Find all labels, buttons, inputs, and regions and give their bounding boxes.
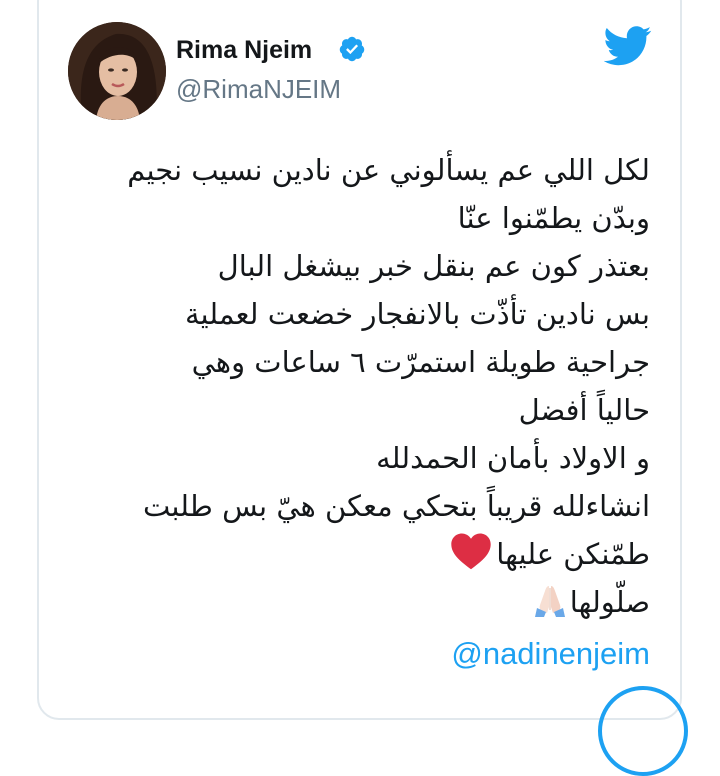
author-name[interactable]: Rima Njeim bbox=[176, 36, 312, 65]
tweet-line-with-heart: طمّنكن عليها bbox=[50, 530, 650, 578]
tweet-line: وبدّن يطمّنوا عنّا bbox=[457, 201, 650, 235]
mention-link[interactable]: @nadinenjeim bbox=[451, 636, 650, 672]
red-heart-icon bbox=[451, 533, 491, 570]
verified-badge-icon bbox=[339, 36, 365, 62]
tweet-line: بعتذر كون عم بنقل خبر بيشغل البال bbox=[217, 249, 650, 283]
tweet-text: لكل اللي عم يسألوني عن نادين نسيب نجيم و… bbox=[50, 146, 650, 626]
tweet-line-text: طمّنكن عليها bbox=[496, 537, 650, 571]
author-handle[interactable]: @RimaNJEIM bbox=[176, 74, 341, 105]
tweet-line: بس نادين تأذّت بالانفجار خضعت لعملية bbox=[184, 297, 650, 331]
twitter-bird-icon[interactable] bbox=[604, 26, 652, 66]
tweet-line-text: صلّولها bbox=[569, 585, 650, 619]
tweet-line: لكل اللي عم يسألوني عن نادين نسيب نجيم bbox=[127, 153, 650, 187]
avatar[interactable] bbox=[68, 22, 166, 120]
tweet-line: و الاولاد بأمان الحمدلله bbox=[376, 441, 650, 475]
tweet-line-with-pray: صلّولها bbox=[50, 578, 650, 626]
tweet-line: جراحية طويلة استمرّت ٦ ساعات وهي bbox=[191, 345, 650, 379]
folded-hands-icon bbox=[534, 586, 565, 617]
partial-circle-icon bbox=[598, 686, 688, 776]
tweet-line: انشاءلله قريباً بتحكي معكن هيّ بس طلبت bbox=[142, 489, 650, 523]
tweet-line: حالياً أفضل bbox=[518, 393, 650, 427]
